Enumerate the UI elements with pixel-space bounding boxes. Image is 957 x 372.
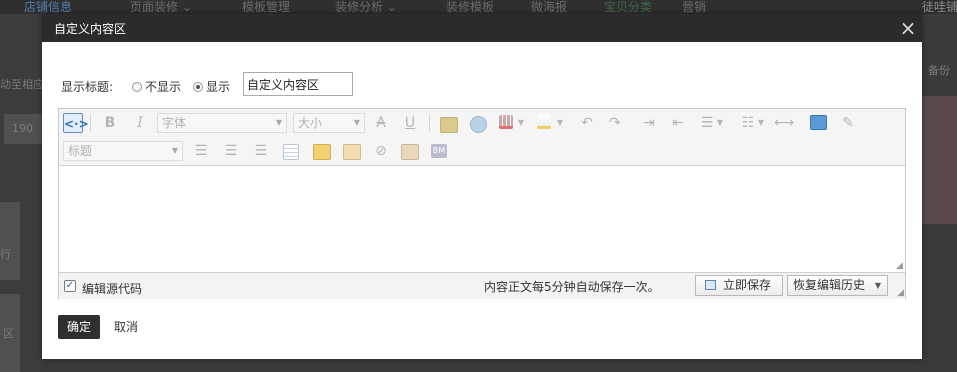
bg-nav-item: 页面装修 ⌄ bbox=[130, 0, 192, 14]
source-code-icon[interactable]: <·> bbox=[63, 113, 89, 133]
editor-content-area[interactable] bbox=[59, 166, 905, 272]
horizontal-rule-icon[interactable]: ⟷ bbox=[774, 113, 794, 133]
chevron-down-icon: ▼ bbox=[171, 146, 178, 155]
underline-icon[interactable]: U bbox=[400, 113, 420, 133]
bg-nav-item: 装修分析 ⌄ bbox=[335, 0, 397, 14]
editor-toolbar: <·> B I 字体 ▼ 大小 ▼ A U ▼ ▼ ↶ ↷ ⇥ ⇤ ☰ ▼ ☷ … bbox=[59, 109, 905, 166]
radio-show-title[interactable]: 显示 bbox=[193, 78, 230, 95]
bg-left-text: 行 bbox=[0, 248, 11, 261]
background-right-panel: 备份 bbox=[922, 14, 957, 372]
insert-image-icon[interactable] bbox=[440, 117, 458, 133]
show-title-label: 显示标题: bbox=[61, 80, 114, 94]
text-color-icon[interactable] bbox=[499, 115, 513, 129]
bg-nav-item: 微海报 bbox=[531, 0, 568, 14]
dialog-title: 自定义内容区 bbox=[54, 22, 127, 36]
radio-show-dot[interactable] bbox=[193, 81, 203, 92]
save-now-label: 立即保存 bbox=[723, 278, 772, 292]
chevron-down-icon[interactable]: ▼ bbox=[756, 113, 766, 133]
clear-format-icon[interactable]: ✎ bbox=[838, 113, 858, 133]
bullet-list-icon[interactable]: ☰ bbox=[697, 113, 717, 133]
toolbar-divider bbox=[90, 114, 91, 132]
editor-footer: ✓ 编辑源代码 内容正文每5分钟自动保存一次。 立即保存 恢复编辑历史 ▼ ◢ bbox=[59, 272, 905, 299]
toolbar-divider bbox=[429, 114, 430, 132]
radio-hide-dot[interactable] bbox=[132, 81, 142, 92]
outdent-icon[interactable]: ⇤ bbox=[668, 113, 688, 133]
bg-left-text: 190 bbox=[12, 122, 33, 135]
bg-left-text: 动至相应 bbox=[0, 78, 42, 91]
chevron-down-icon: ▼ bbox=[874, 281, 881, 290]
rich-text-editor: <·> B I 字体 ▼ 大小 ▼ A U ▼ ▼ ↶ ↷ ⇥ ⇤ ☰ ▼ ☷ … bbox=[58, 108, 906, 299]
preview-monitor-icon[interactable] bbox=[810, 115, 827, 130]
dialog-header: 自定义内容区 × bbox=[42, 14, 922, 42]
edit-source-checkbox[interactable]: ✓ bbox=[64, 280, 76, 292]
bg-nav-item: 装修模板 bbox=[446, 0, 495, 14]
confirm-button[interactable]: 确定 bbox=[58, 315, 100, 339]
custom-content-dialog: 自定义内容区 × 显示标题: 不显示 显示 <·> B I 字体 ▼ 大小 ▼ bbox=[42, 14, 922, 359]
insert-template-icon[interactable] bbox=[401, 144, 419, 160]
font-size-select[interactable]: 大小 ▼ bbox=[293, 113, 365, 133]
bm-icon[interactable]: BM bbox=[431, 144, 447, 158]
background-left-panel: 动至相应 190 行 区 bbox=[0, 14, 42, 372]
chevron-down-icon[interactable]: ▼ bbox=[516, 113, 526, 133]
align-left-icon[interactable]: ☰ bbox=[191, 141, 211, 161]
resize-grip-icon[interactable]: ◢ bbox=[896, 262, 904, 271]
align-center-icon[interactable]: ☰ bbox=[221, 141, 241, 161]
insert-globe-link-icon[interactable] bbox=[470, 116, 487, 133]
insert-table-icon[interactable] bbox=[283, 144, 299, 160]
align-right-icon[interactable]: ☰ bbox=[251, 141, 271, 161]
edit-source-label: 编辑源代码 bbox=[82, 282, 143, 296]
radio-show-label: 显示 bbox=[206, 80, 231, 94]
heading-select[interactable]: 标题 ▼ bbox=[63, 141, 183, 161]
heading-value: 标题 bbox=[68, 144, 93, 158]
insert-media-icon[interactable] bbox=[343, 144, 361, 160]
bg-left-block bbox=[0, 202, 20, 280]
title-setting-row: 显示标题: 不显示 显示 bbox=[61, 72, 381, 98]
close-icon[interactable]: × bbox=[897, 17, 919, 39]
autosave-notice: 内容正文每5分钟自动保存一次。 bbox=[484, 280, 660, 294]
font-family-select[interactable]: 字体 ▼ bbox=[157, 113, 287, 133]
radio-hide-title[interactable]: 不显示 bbox=[132, 78, 181, 95]
bold-icon[interactable]: B bbox=[100, 113, 120, 133]
chevron-down-icon[interactable]: ▼ bbox=[715, 113, 725, 133]
bg-right-image bbox=[922, 96, 957, 224]
bg-nav-item: 徒哇铺 bbox=[922, 0, 957, 14]
background-bottom bbox=[42, 359, 922, 372]
bg-left-text: 区 bbox=[3, 327, 14, 340]
title-input[interactable] bbox=[243, 72, 353, 96]
restore-history-button[interactable]: 恢复编辑历史 ▼ bbox=[787, 275, 888, 296]
restore-history-label: 恢复编辑历史 bbox=[793, 278, 866, 292]
radio-hide-label: 不显示 bbox=[145, 80, 182, 94]
bg-nav-item: 营销 bbox=[682, 0, 707, 14]
insert-link-icon[interactable]: ⊘ bbox=[371, 141, 391, 161]
font-size-value: 大小 bbox=[298, 116, 323, 130]
chevron-down-icon[interactable]: ▼ bbox=[555, 113, 565, 133]
footer-resize-icon[interactable]: ◢ bbox=[897, 288, 904, 298]
cancel-button[interactable]: 取消 bbox=[114, 315, 138, 339]
bg-right-text: 备份 bbox=[928, 64, 950, 77]
strikethrough-icon[interactable]: A bbox=[371, 113, 391, 133]
undo-icon[interactable]: ↶ bbox=[577, 113, 597, 133]
save-now-button[interactable]: 立即保存 bbox=[695, 275, 783, 296]
font-family-value: 字体 bbox=[162, 116, 187, 130]
italic-icon[interactable]: I bbox=[130, 113, 150, 133]
indent-icon[interactable]: ⇥ bbox=[639, 113, 659, 133]
bg-nav-item: 宝贝分类 bbox=[604, 0, 653, 14]
chevron-down-icon: ▼ bbox=[353, 118, 360, 127]
numbered-list-icon[interactable]: ☷ bbox=[738, 113, 758, 133]
bg-nav-item: 模板管理 bbox=[242, 0, 291, 14]
highlight-color-icon[interactable] bbox=[537, 115, 551, 129]
save-icon bbox=[705, 280, 716, 290]
bg-nav-item: 店铺信息 bbox=[24, 0, 73, 14]
insert-emoticon-icon[interactable] bbox=[313, 144, 331, 160]
chevron-down-icon: ▼ bbox=[275, 118, 282, 127]
redo-icon[interactable]: ↷ bbox=[605, 113, 625, 133]
